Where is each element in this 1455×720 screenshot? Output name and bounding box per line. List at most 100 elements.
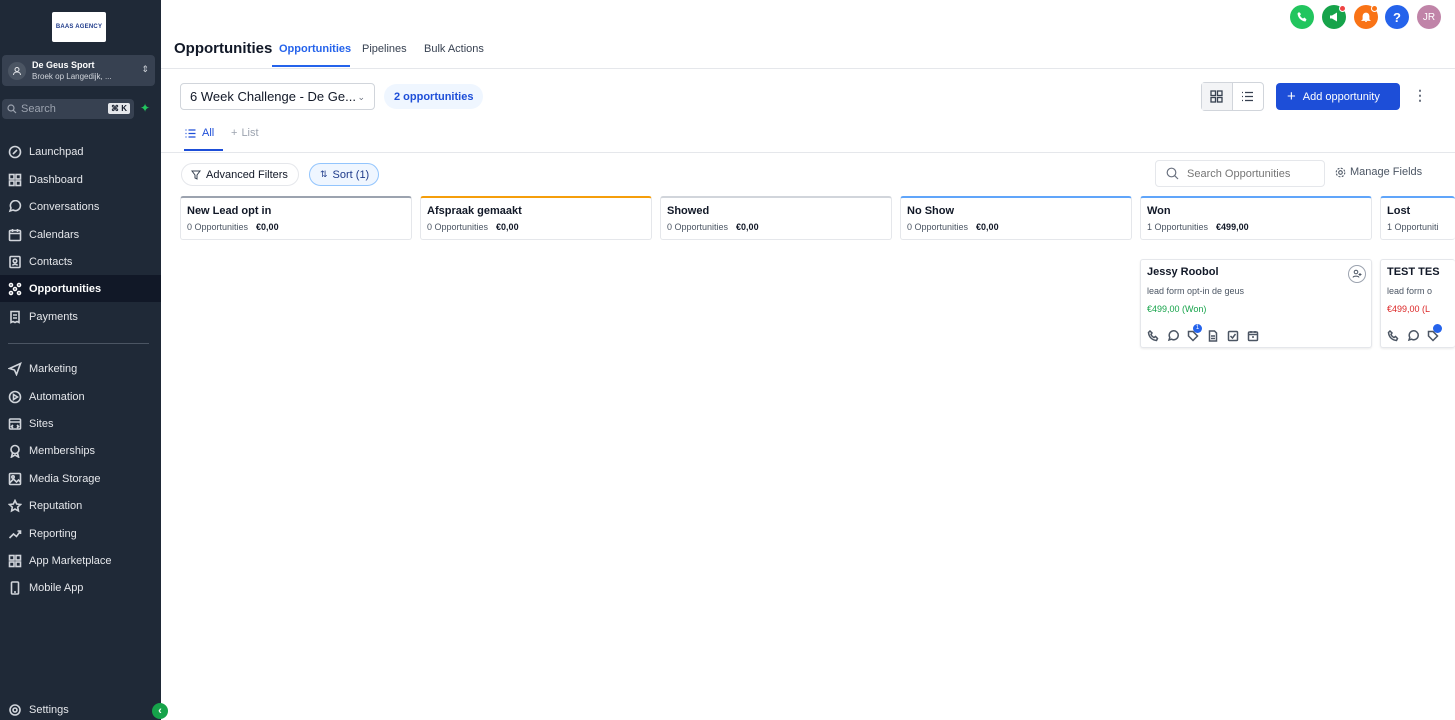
stage-total: €499,00 <box>1216 222 1249 232</box>
sidebar-item-label: Marketing <box>29 362 78 375</box>
user-avatar[interactable]: JR <box>1417 5 1441 29</box>
sidebar-item-label: Conversations <box>29 200 100 213</box>
notification-dot <box>1371 5 1378 12</box>
stage-name: Showed <box>667 205 710 217</box>
sidebar-item-opportunities[interactable]: Opportunities <box>0 275 161 302</box>
sidebar-item-label: Settings <box>29 703 69 716</box>
pipeline-select[interactable]: 6 Week Challenge - De Ge... ⌄ <box>180 83 375 110</box>
sidebar-item-marketing[interactable]: Marketing <box>0 355 161 382</box>
mobile-icon <box>10 580 20 595</box>
view-toggle <box>1201 82 1264 111</box>
calendar-icon <box>8 228 22 241</box>
sidebar-item-label: Memberships <box>29 444 96 457</box>
notifications-button[interactable] <box>1354 5 1378 29</box>
sidebar-item-payments[interactable]: Payments <box>0 303 161 330</box>
appointments-action[interactable] <box>1247 329 1259 347</box>
advanced-filters-button[interactable]: Advanced Filters <box>181 163 299 186</box>
subtab-all[interactable]: All <box>185 127 214 139</box>
search-opportunities-input[interactable] <box>1187 167 1307 180</box>
sidebar-item-memberships[interactable]: Memberships <box>0 437 161 464</box>
sidebar-item-app-marketplace[interactable]: App Marketplace <box>0 547 161 574</box>
opportunity-value: €499,00 (L <box>1387 304 1431 314</box>
stage-count: 0 Opportunities <box>427 222 489 232</box>
payments-icon <box>10 310 20 324</box>
sidebar-item-reporting[interactable]: Reporting <box>0 520 161 547</box>
sidebar-item-label: Reputation <box>29 499 83 512</box>
grid-icon <box>8 554 22 567</box>
collapse-sidebar-button[interactable]: ‹ <box>152 703 168 719</box>
stage-count: 1 Opportunities <box>1147 222 1209 232</box>
sidebar-item-settings[interactable]: Settings <box>0 696 161 720</box>
sidebar-item-launchpad[interactable]: Launchpad <box>0 138 161 165</box>
message-action[interactable] <box>1167 329 1179 347</box>
sidebar-item-conversations[interactable]: Conversations <box>0 193 161 220</box>
call-action[interactable] <box>1147 329 1159 347</box>
chevron-down-icon: ⌄ <box>357 92 365 102</box>
announcements-button[interactable] <box>1322 5 1346 29</box>
message-action[interactable] <box>1407 329 1419 347</box>
manage-fields-button[interactable]: Manage Fields <box>1335 166 1422 178</box>
opportunity-source: lead form o <box>1387 286 1433 296</box>
search-icon <box>7 104 17 114</box>
avatar-initials: JR <box>1422 11 1436 23</box>
sidebar-item-label: Launchpad <box>29 145 84 158</box>
help-icon: ? <box>1393 9 1401 25</box>
opportunity-card[interactable]: TEST TES lead form o €499,00 (L <box>1380 259 1455 348</box>
add-opportunity-button[interactable]: + Add opportunity <box>1276 83 1400 110</box>
account-switcher[interactable]: De Geus Sport Broek op Langedijk, ... ⇕ <box>2 55 155 86</box>
more-options-icon[interactable]: ⋮ <box>1413 87 1427 104</box>
quick-action-bolt-icon[interactable]: ✦ <box>138 101 152 117</box>
tab-opportunities[interactable]: Opportunities <box>279 43 351 55</box>
tasks-action[interactable] <box>1227 329 1239 347</box>
opportunities-icon <box>8 282 22 295</box>
switch-chevrons-icon: ⇕ <box>141 64 149 74</box>
megaphone-icon <box>1330 12 1337 22</box>
stage-column-lost: Lost 1 Opportuniti <box>1380 196 1455 240</box>
account-location: Broek op Langedijk, ... <box>32 71 112 81</box>
phone-button[interactable] <box>1290 5 1314 29</box>
sidebar-item-media-storage[interactable]: Media Storage <box>0 465 161 492</box>
subtab-add-list[interactable]: + List <box>231 127 259 139</box>
sidebar-item-sites[interactable]: Sites <box>0 410 161 437</box>
help-button[interactable]: ? <box>1385 5 1409 29</box>
sidebar-item-calendars[interactable]: Calendars <box>0 221 161 248</box>
board-view-button[interactable] <box>1202 83 1233 110</box>
sidebar-search-input[interactable]: Search ⌘ K <box>2 99 134 119</box>
rocket-icon <box>8 145 22 158</box>
stage-column-no-show: No Show 0 Opportunities €0,00 <box>900 196 1132 240</box>
opportunity-card[interactable]: Jessy Roobol lead form opt-in de geus €4… <box>1140 259 1372 348</box>
sidebar-item-automation[interactable]: Automation <box>0 383 161 410</box>
list-view-icon <box>1242 91 1254 102</box>
sidebar-item-label: Sites <box>29 417 54 430</box>
agency-logo[interactable]: BAAS AGENCY <box>52 12 106 42</box>
assign-user-button[interactable] <box>1348 265 1366 283</box>
call-action[interactable] <box>1387 329 1399 347</box>
sidebar-item-label: Media Storage <box>29 472 101 485</box>
tags-action[interactable]: 1 <box>1187 324 1202 347</box>
list-view-button[interactable] <box>1233 83 1263 110</box>
sidebar-item-mobile-app[interactable]: Mobile App <box>0 574 161 601</box>
plus-icon: + <box>231 127 238 139</box>
sidebar-item-contacts[interactable]: Contacts <box>0 248 161 275</box>
stage-total: €0,00 <box>496 222 519 232</box>
sites-icon <box>8 417 22 430</box>
notes-action[interactable] <box>1207 329 1219 347</box>
dashboard-icon <box>8 173 22 186</box>
sidebar-item-label: Reporting <box>29 527 77 540</box>
sidebar-item-dashboard[interactable]: Dashboard <box>0 166 161 193</box>
calendar-icon <box>1247 331 1259 342</box>
sort-button[interactable]: ⇅ Sort (1) <box>309 163 379 186</box>
sidebar-item-label: Dashboard <box>29 173 83 186</box>
search-shortcut: ⌘ K <box>108 103 130 114</box>
opportunity-name: Jessy Roobol <box>1147 266 1219 278</box>
search-opportunities-field[interactable] <box>1155 160 1325 187</box>
tab-pipelines[interactable]: Pipelines <box>362 43 407 55</box>
phone-icon <box>1147 329 1159 342</box>
subtab-all-label: All <box>202 127 215 139</box>
tags-action[interactable] <box>1427 324 1442 347</box>
sidebar-item-label: Automation <box>29 390 85 403</box>
sidebar-item-reputation[interactable]: Reputation <box>0 492 161 519</box>
tab-bulk-actions[interactable]: Bulk Actions <box>424 43 484 55</box>
filter-icon <box>191 170 201 180</box>
active-tab-indicator <box>272 65 350 67</box>
